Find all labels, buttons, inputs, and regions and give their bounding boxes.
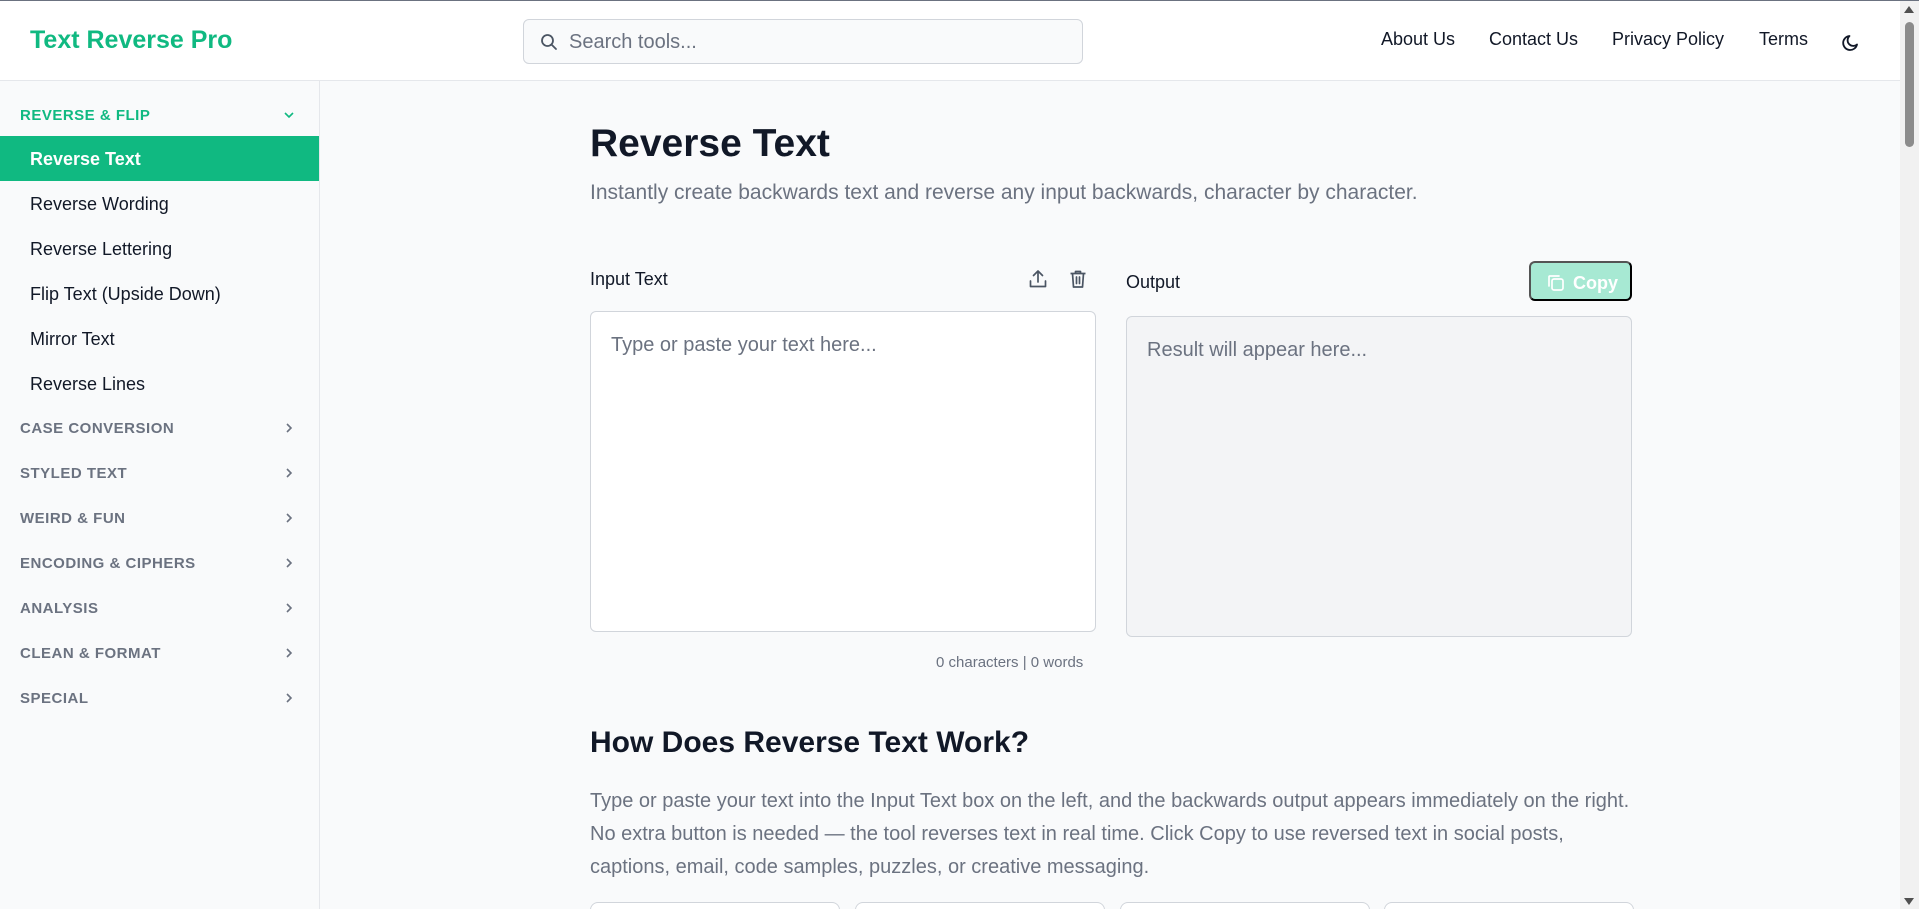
sidebar-item-reverse-wording[interactable]: Reverse Wording (0, 181, 319, 226)
sidebar-category-encoding-ciphers[interactable]: ENCODING & CIPHERS (0, 541, 320, 585)
feature-card (1120, 902, 1370, 909)
sidebar-category-case-conversion[interactable]: CASE CONVERSION (0, 406, 320, 450)
nav-privacy-policy[interactable]: Privacy Policy (1612, 29, 1724, 50)
copy-button[interactable]: Copy (1529, 261, 1632, 301)
chevron-right-icon (286, 423, 293, 433)
sidebar-category-analysis[interactable]: ANALYSIS (0, 586, 320, 630)
character-word-count: 0 characters | 0 words (936, 654, 1084, 671)
nav-contact-us[interactable]: Contact Us (1489, 29, 1578, 50)
output-textarea[interactable] (1127, 317, 1631, 636)
sidebar-item-label: Reverse Text (30, 149, 141, 169)
chevron-right-icon (286, 468, 293, 478)
chevron-right-icon (286, 648, 293, 658)
moon-icon[interactable] (1840, 31, 1862, 53)
chevron-right-icon (286, 603, 293, 613)
sidebar-category-label: STYLED TEXT (20, 465, 128, 482)
search-box[interactable] (523, 19, 1083, 64)
upload-icon[interactable] (1026, 267, 1050, 291)
sidebar-category-reverse-flip[interactable]: REVERSE & FLIP (0, 93, 320, 137)
output-label: Output (1126, 272, 1181, 292)
sidebar-category-weird-fun[interactable]: WEIRD & FUN (0, 496, 320, 540)
sidebar: REVERSE & FLIP Reverse Text Reverse Word… (0, 81, 320, 909)
search-input[interactable] (569, 28, 1069, 56)
feature-card (855, 902, 1105, 909)
top-header: Text Reverse Pro About Us Contact Us Pri… (0, 1, 1900, 81)
chevron-down-icon (284, 112, 294, 119)
chevron-right-icon (286, 693, 293, 703)
copy-icon (1548, 275, 1564, 291)
chevron-right-icon (286, 558, 293, 568)
sidebar-item-reverse-text[interactable]: Reverse Text (0, 136, 319, 181)
site-logo[interactable]: Text Reverse Pro (30, 26, 232, 55)
nav-about-us[interactable]: About Us (1381, 29, 1455, 50)
input-textarea[interactable] (591, 312, 1095, 631)
sidebar-item-label: Flip Text (Upside Down) (30, 284, 221, 304)
sidebar-item-label: Reverse Lines (30, 374, 146, 394)
how-it-works-text: Type or paste your text into the Input T… (590, 790, 1630, 878)
scroll-down-arrow[interactable] (1904, 898, 1914, 905)
sidebar-category-label: WEIRD & FUN (20, 510, 126, 527)
sidebar-item-label: Reverse Wording (30, 194, 169, 214)
chevron-right-icon (286, 513, 293, 523)
sidebar-category-label: CLEAN & FORMAT (20, 645, 161, 662)
page-title: Reverse Text (590, 122, 830, 165)
sidebar-category-special[interactable]: SPECIAL (0, 676, 320, 720)
sidebar-item-mirror-text[interactable]: Mirror Text (0, 316, 319, 361)
feature-card (1384, 902, 1634, 909)
sidebar-category-styled-text[interactable]: STYLED TEXT (0, 451, 320, 495)
search-icon (541, 34, 557, 50)
sidebar-category-label: ENCODING & CIPHERS (20, 555, 196, 572)
trash-icon[interactable] (1066, 267, 1090, 291)
sidebar-category-label: CASE CONVERSION (20, 420, 175, 437)
copy-button-label: Copy (1573, 273, 1618, 293)
feature-card (590, 902, 840, 909)
sidebar-item-flip-text[interactable]: Flip Text (Upside Down) (0, 271, 319, 316)
sidebar-category-label: SPECIAL (20, 690, 89, 707)
page-subtitle: Instantly create backwards text and reve… (590, 181, 1418, 204)
sidebar-item-reverse-lettering[interactable]: Reverse Lettering (0, 226, 319, 271)
sidebar-item-label: Mirror Text (30, 329, 115, 349)
scroll-up-arrow[interactable] (1904, 6, 1914, 13)
sidebar-item-label: Reverse Lettering (30, 239, 173, 259)
sidebar-category-clean-format[interactable]: CLEAN & FORMAT (0, 631, 320, 675)
scrollbar-thumb[interactable] (1905, 22, 1914, 147)
sidebar-item-reverse-lines[interactable]: Reverse Lines (0, 361, 319, 406)
nav-terms[interactable]: Terms (1759, 29, 1808, 50)
how-it-works-heading: How Does Reverse Text Work? (590, 726, 1030, 759)
sidebar-category-label: REVERSE & FLIP (20, 107, 151, 124)
input-text-box[interactable] (590, 311, 1096, 632)
sidebar-category-label: ANALYSIS (20, 600, 99, 617)
input-label: Input Text (590, 269, 668, 289)
output-text-box[interactable] (1126, 316, 1632, 637)
